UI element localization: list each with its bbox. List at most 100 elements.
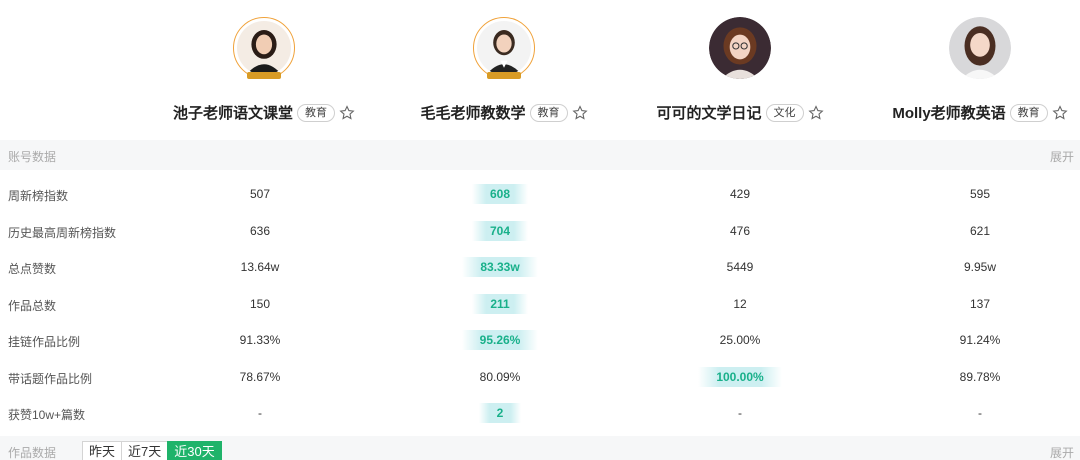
metric-label: 总点赞数 — [8, 262, 57, 276]
metric-cell: 704 — [380, 220, 620, 241]
metric-cell: 89.78% — [860, 367, 1080, 387]
tab-yesterday[interactable]: 昨天 — [82, 441, 123, 460]
section-title: 作品数据 — [8, 446, 57, 460]
account-name[interactable]: Molly老师教英语 — [892, 102, 1005, 123]
table-row: 带话题作品比例 78.67% 80.09% 100.00% 89.78% — [0, 359, 1080, 395]
metric-cell: 636 — [140, 221, 380, 241]
account-column: Molly老师教英语 教育 — [860, 0, 1080, 140]
category-tag: 教育 — [529, 103, 568, 122]
metric-cell: 137 — [860, 294, 1080, 314]
account-data-bar: 账号数据 展开 — [0, 140, 1080, 170]
account-column: 毛毛老师教数学 教育 — [384, 0, 624, 140]
category-tag: 教育 — [1009, 103, 1048, 122]
metric-value: 2 — [478, 403, 522, 423]
avatar-icon — [709, 17, 771, 79]
badge-strip — [247, 72, 281, 79]
metric-cell: 100.00% — [620, 366, 860, 387]
metric-cell: 507 — [140, 184, 380, 204]
metric-value: - — [258, 406, 262, 420]
metric-value: 5449 — [726, 260, 754, 274]
table-row: 总点赞数 13.64w 83.33w 5449 9.95w — [0, 249, 1080, 285]
metric-cell: 5449 — [620, 257, 860, 277]
star-icon[interactable] — [1052, 104, 1068, 121]
metric-value: 476 — [729, 223, 751, 238]
metric-cell: 25.00% — [620, 330, 860, 350]
metric-label: 周新榜指数 — [8, 189, 69, 203]
metric-value: - — [978, 406, 982, 420]
metric-value: 595 — [969, 187, 991, 201]
metric-value: 137 — [969, 296, 991, 311]
metric-cell: 429 — [620, 184, 860, 204]
metric-value: 13.64w — [240, 260, 280, 274]
metric-value: 636 — [249, 223, 271, 238]
metric-cell: 9.95w — [860, 257, 1080, 277]
metric-cell: 150 — [140, 294, 380, 314]
metric-cell: - — [620, 403, 860, 423]
star-icon[interactable] — [339, 104, 355, 121]
account-column: 可可的文学日记 文化 — [620, 0, 860, 140]
account-name[interactable]: 池子老师语文课堂 — [173, 102, 293, 123]
metric-cell: 95.26% — [380, 330, 620, 350]
metric-cell: 78.67% — [140, 367, 380, 387]
metric-cell: 13.64w — [140, 257, 380, 277]
section-title: 账号数据 — [8, 150, 57, 164]
metric-cell: 621 — [860, 221, 1080, 241]
metric-value: 704 — [471, 220, 529, 241]
metric-cell: 595 — [860, 184, 1080, 204]
metric-label: 历史最高周新榜指数 — [8, 225, 117, 240]
metric-value: 89.78% — [959, 369, 1001, 384]
table-row: 历史最高周新榜指数 636 704 476 621 — [0, 213, 1080, 249]
metric-value: - — [738, 406, 742, 420]
metric-cell: - — [860, 403, 1080, 423]
metric-cell: 83.33w — [380, 257, 620, 277]
table-row: 挂链作品比例 91.33% 95.26% 25.00% 91.24% — [0, 322, 1080, 358]
account-column: 池子老师语文课堂 教育 — [144, 0, 384, 140]
table-row: 作品总数 150 211 12 137 — [0, 286, 1080, 322]
metric-label: 带话题作品比例 — [8, 371, 93, 386]
metric-cell: 2 — [380, 403, 620, 423]
expand-link[interactable]: 展开 — [1050, 444, 1074, 460]
metric-value: 91.24% — [959, 333, 1001, 347]
star-icon[interactable] — [807, 104, 824, 121]
metric-value: 91.33% — [239, 333, 281, 347]
avatar[interactable] — [709, 17, 771, 79]
avatar[interactable] — [473, 17, 535, 79]
time-range-tabs: 昨天 近7天 近30天 — [82, 441, 222, 460]
category-tag: 文化 — [765, 103, 804, 122]
metric-cell: 608 — [380, 184, 620, 204]
account-name[interactable]: 可可的文学日记 — [656, 102, 761, 123]
metric-value: 507 — [249, 187, 271, 201]
metric-value: 78.67% — [239, 369, 281, 384]
avatar[interactable] — [949, 17, 1011, 79]
metric-value: 83.33w — [462, 257, 538, 277]
metric-value: 150 — [249, 296, 271, 311]
works-data-bar: 作品数据 昨天 近7天 近30天 展开 — [0, 436, 1080, 460]
metric-value: 12 — [733, 296, 747, 311]
avatar[interactable] — [233, 17, 295, 79]
metric-cell: 91.33% — [140, 330, 380, 350]
table-row: 获赞10w+篇数 - 2 - - — [0, 395, 1080, 431]
avatar-icon — [949, 17, 1011, 79]
star-icon[interactable] — [571, 104, 588, 121]
account-header: 池子老师语文课堂 教育 毛毛老师教数学 教育 可可的文学日记 文化 Molly老… — [0, 0, 1080, 140]
category-tag: 教育 — [297, 103, 335, 122]
metric-value: 9.95w — [963, 260, 997, 274]
metric-cell: 91.24% — [860, 330, 1080, 350]
metric-cell: 211 — [380, 293, 620, 314]
metric-value: 429 — [729, 187, 751, 201]
metric-label: 获赞10w+篇数 — [8, 408, 86, 422]
account-name[interactable]: 毛毛老师教数学 — [420, 102, 525, 123]
avatar-icon — [237, 21, 291, 75]
tab-30-days[interactable]: 近30天 — [167, 441, 222, 460]
metric-value: 95.26% — [461, 330, 539, 350]
metric-cell: 80.09% — [380, 367, 620, 387]
metric-cell: 476 — [620, 221, 860, 241]
tab-7-days[interactable]: 近7天 — [121, 441, 169, 460]
expand-link[interactable]: 展开 — [1050, 148, 1074, 165]
table-row: 周新榜指数 507 608 429 595 — [0, 176, 1080, 212]
avatar-icon — [477, 21, 531, 75]
metric-cell: 12 — [620, 294, 860, 314]
metric-value: 211 — [472, 293, 528, 314]
metric-value: 608 — [471, 184, 529, 204]
badge-strip — [487, 72, 521, 79]
